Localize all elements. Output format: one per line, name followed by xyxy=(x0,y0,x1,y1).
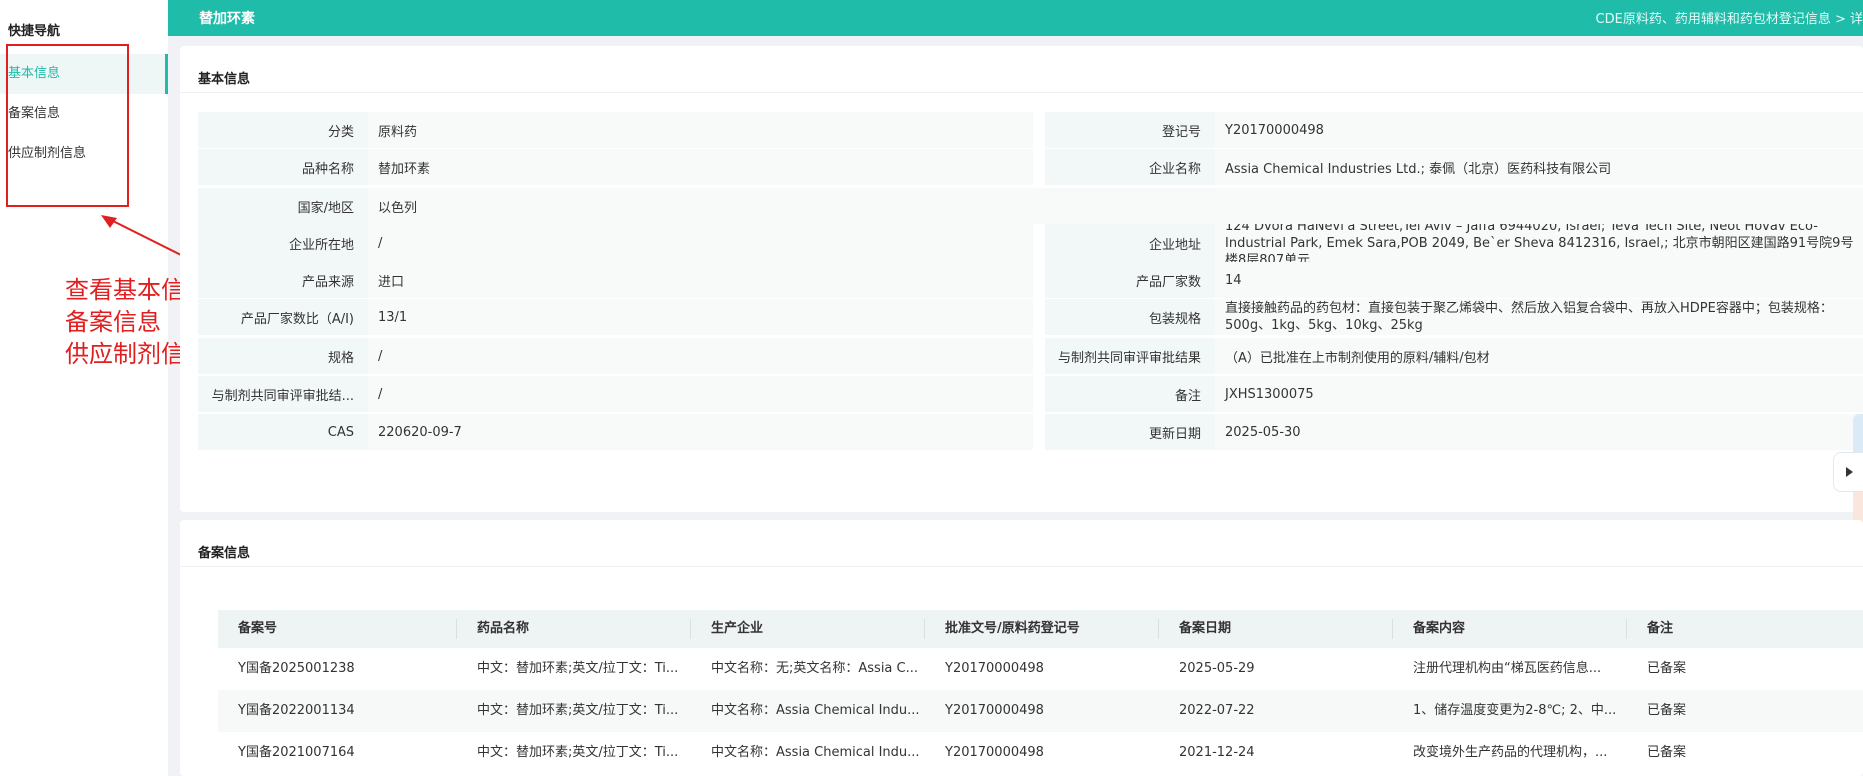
column-header[interactable]: 备案日期 xyxy=(1159,610,1231,648)
table-cell: Y20170000498 xyxy=(945,661,1044,676)
breadcrumb[interactable]: CDE原料药、药用辅料和药包材登记信息 > 详 xyxy=(1596,8,1863,27)
column-header[interactable]: 批准文号/原料药登记号 xyxy=(925,610,1080,648)
column-separator xyxy=(1158,619,1159,639)
table-cell: 注册代理机构由“梯瓦医药信息... xyxy=(1413,661,1602,676)
table-row[interactable]: Y国备2025001238 中文：替加环素;英文/拉丁文：Ti... 中文名称：无;… xyxy=(218,648,1863,690)
field-label: 分类 xyxy=(198,112,368,148)
table-cell: Y国备2025001238 xyxy=(238,661,355,676)
table-cell: 2025-05-29 xyxy=(1179,661,1255,676)
column-separator xyxy=(690,619,691,639)
column-header[interactable]: 药品名称 xyxy=(457,610,529,648)
field-value: Y20170000498 xyxy=(1215,112,1863,148)
field-label: 登记号 xyxy=(1045,112,1215,148)
field-value: 14 xyxy=(1215,262,1863,298)
header-bar: 替加环素 CDE原料药、药用辅料和药包材登记信息 > 详 xyxy=(168,0,1863,36)
table-cell: Y国备2021007164 xyxy=(238,745,355,760)
column-header[interactable]: 生产企业 xyxy=(691,610,763,648)
field-value: （A）已批准在上市制剂使用的原料/辅料/包材 xyxy=(1215,338,1863,374)
field-value: 以色列 xyxy=(368,188,1863,224)
quick-nav-sidebar: 快捷导航 基本信息 备案信息 供应制剂信息 xyxy=(0,0,168,776)
column-separator xyxy=(456,619,457,639)
field-value: 13/1 xyxy=(368,299,1033,335)
column-header[interactable]: 备案内容 xyxy=(1393,610,1465,648)
field-value: 原料药 xyxy=(368,112,1033,148)
field-label: 更新日期 xyxy=(1045,414,1215,450)
sidebar-item-basic-info[interactable]: 基本信息 xyxy=(0,54,168,94)
field-label: 国家/地区 xyxy=(198,188,368,224)
table-cell: 已备案 xyxy=(1647,703,1687,718)
field-value: 进口 xyxy=(368,262,1033,298)
field-label: 与制剂共同审评审批结果 xyxy=(1045,338,1215,374)
field-value: 2025-05-30 xyxy=(1215,414,1863,450)
field-label: 品种名称 xyxy=(198,149,368,185)
table-row[interactable]: Y国备2021007164 中文：替加环素;英文/拉丁文：Ti... 中文名称：As… xyxy=(218,732,1863,774)
section-title: 备案信息 xyxy=(198,546,251,561)
table-cell: Y20170000498 xyxy=(945,703,1044,718)
table-row[interactable]: Y国备2022001134 中文：替加环素;英文/拉丁文：Ti... 中文名称：As… xyxy=(218,690,1863,732)
divider xyxy=(180,566,1863,567)
field-value: 220620-09-7 xyxy=(368,414,1033,450)
field-value: / xyxy=(368,338,1033,374)
table-cell: 已备案 xyxy=(1647,661,1687,676)
field-label: 产品厂家数比（A/I) xyxy=(198,299,368,335)
field-label: 产品厂家数 xyxy=(1045,262,1215,298)
field-value: JXHS1300075 xyxy=(1215,376,1863,412)
table-cell: Y20170000498 xyxy=(945,745,1044,760)
table-cell: 改变境外生产药品的代理机构，... xyxy=(1413,745,1608,760)
field-label: 与制剂共同审评审批结... xyxy=(198,376,368,412)
field-label: 包装规格 xyxy=(1045,299,1215,335)
field-label: 产品来源 xyxy=(198,262,368,298)
field-label: 企业所在地 xyxy=(198,224,368,262)
divider xyxy=(180,92,1863,93)
field-value: 124 Dvora HaNevi'a Street,Tel Aviv – Jaf… xyxy=(1215,224,1863,262)
sidebar-item-filing-info[interactable]: 备案信息 xyxy=(0,94,168,134)
field-value: / xyxy=(368,376,1033,412)
table-cell: 中文：替加环素;英文/拉丁文：Ti... xyxy=(477,745,679,760)
section-title: 基本信息 xyxy=(198,72,251,87)
table-cell: 中文：替加环素;英文/拉丁文：Ti... xyxy=(477,661,679,676)
caret-right-icon xyxy=(1845,467,1853,477)
sidebar-item-supply-info[interactable]: 供应制剂信息 xyxy=(0,134,168,174)
table-cell: 中文名称：Assia Chemical Indu... xyxy=(711,703,920,718)
table-cell: 1、储存温度变更为2-8℃; 2、中... xyxy=(1413,703,1617,718)
sidebar-title: 快捷导航 xyxy=(8,24,61,39)
page-title: 替加环素 xyxy=(199,11,255,27)
field-label: 备注 xyxy=(1045,376,1215,412)
column-header[interactable]: 备注 xyxy=(1627,610,1673,648)
field-label: 企业名称 xyxy=(1045,149,1215,185)
expand-panel-button[interactable] xyxy=(1833,452,1863,492)
column-separator xyxy=(1626,619,1627,639)
field-label: CAS xyxy=(198,414,368,450)
field-value: Assia Chemical Industries Ltd.; 泰佩（北京）医药… xyxy=(1215,149,1863,185)
table-cell: 中文名称：无;英文名称：Assia C... xyxy=(711,661,919,676)
column-header[interactable]: 备案号 xyxy=(218,610,277,648)
table-cell: 2022-07-22 xyxy=(1179,703,1255,718)
table-header: 备案号 药品名称 生产企业 批准文号/原料药登记号 备案日期 备案内容 备注 xyxy=(218,610,1863,648)
table-cell: 中文：替加环素;英文/拉丁文：Ti... xyxy=(477,703,679,718)
column-separator xyxy=(1392,619,1393,639)
field-value: / xyxy=(368,224,1033,262)
field-label: 规格 xyxy=(198,338,368,374)
field-value: 直接接触药品的药包材：直接包装于聚乙烯袋中、然后放入铝复合袋中、再放入HDPE容… xyxy=(1215,299,1863,335)
field-value: 替加环素 xyxy=(368,149,1033,185)
table-cell: 2021-12-24 xyxy=(1179,745,1255,760)
table-cell: 已备案 xyxy=(1647,745,1687,760)
column-separator xyxy=(924,619,925,639)
field-label: 企业地址 xyxy=(1045,224,1215,262)
table-cell: 中文名称：Assia Chemical Indu... xyxy=(711,745,920,760)
table-cell: Y国备2022001134 xyxy=(238,703,355,718)
